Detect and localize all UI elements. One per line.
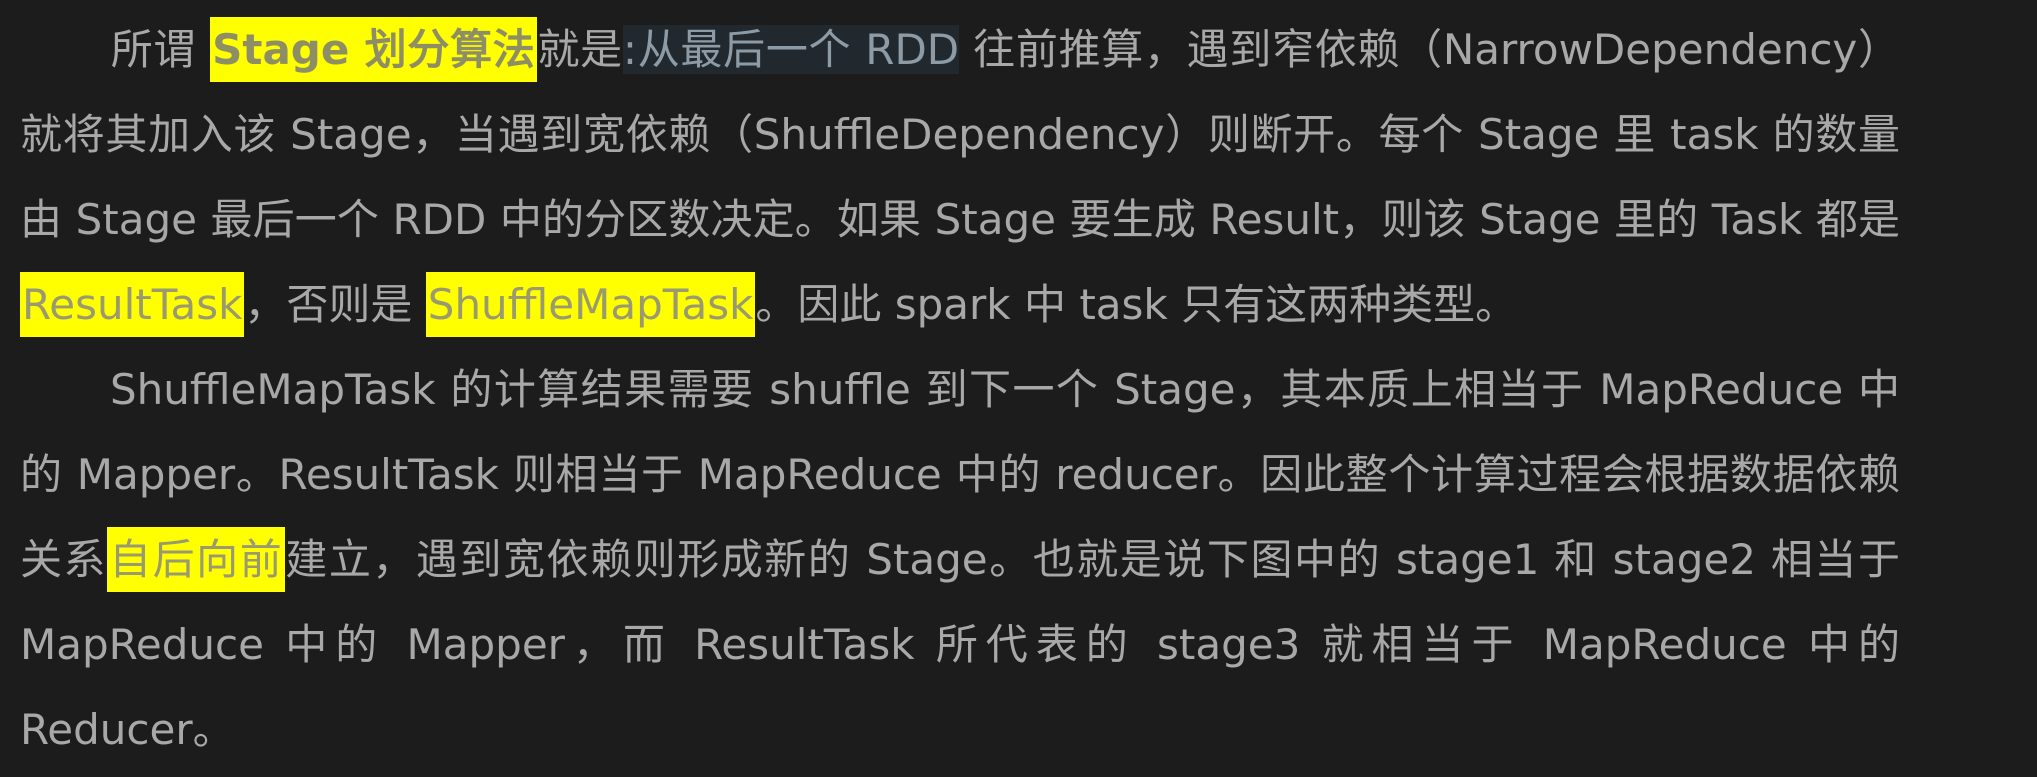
para1-text-4: ，否则是 xyxy=(244,280,426,329)
para1-text-5: 。因此 spark 中 task 只有这两种类型。 xyxy=(755,280,1518,329)
document-body: 所谓 Stage 划分算法就是:从最后一个 RDD 往前推算，遇到窄依赖（Nar… xyxy=(20,0,1900,772)
paragraph-shufflemaptask: ShuffleMapTask 的计算结果需要 shuffle 到下一个 Stag… xyxy=(20,347,1900,772)
para2-text-2: 建立，遇到宽依赖则形成新的 Stage。也就是说下图中的 stage1 和 st… xyxy=(20,535,1900,754)
highlight-stage-algorithm: Stage 划分算法 xyxy=(210,17,538,82)
highlight-shufflemaptask: ShuffleMapTask xyxy=(425,272,756,337)
highlight-back-to-front: 自后向前 xyxy=(107,527,286,592)
para1-text-1: 所谓 xyxy=(110,25,211,74)
paragraph-stage-algorithm: 所谓 Stage 划分算法就是:从最后一个 RDD 往前推算，遇到窄依赖（Nar… xyxy=(20,7,1900,347)
highlight-resulttask: ResultTask xyxy=(20,272,245,337)
selected-text: :从最后一个 RDD xyxy=(622,25,960,74)
para1-text-2: 就是 xyxy=(537,25,623,74)
